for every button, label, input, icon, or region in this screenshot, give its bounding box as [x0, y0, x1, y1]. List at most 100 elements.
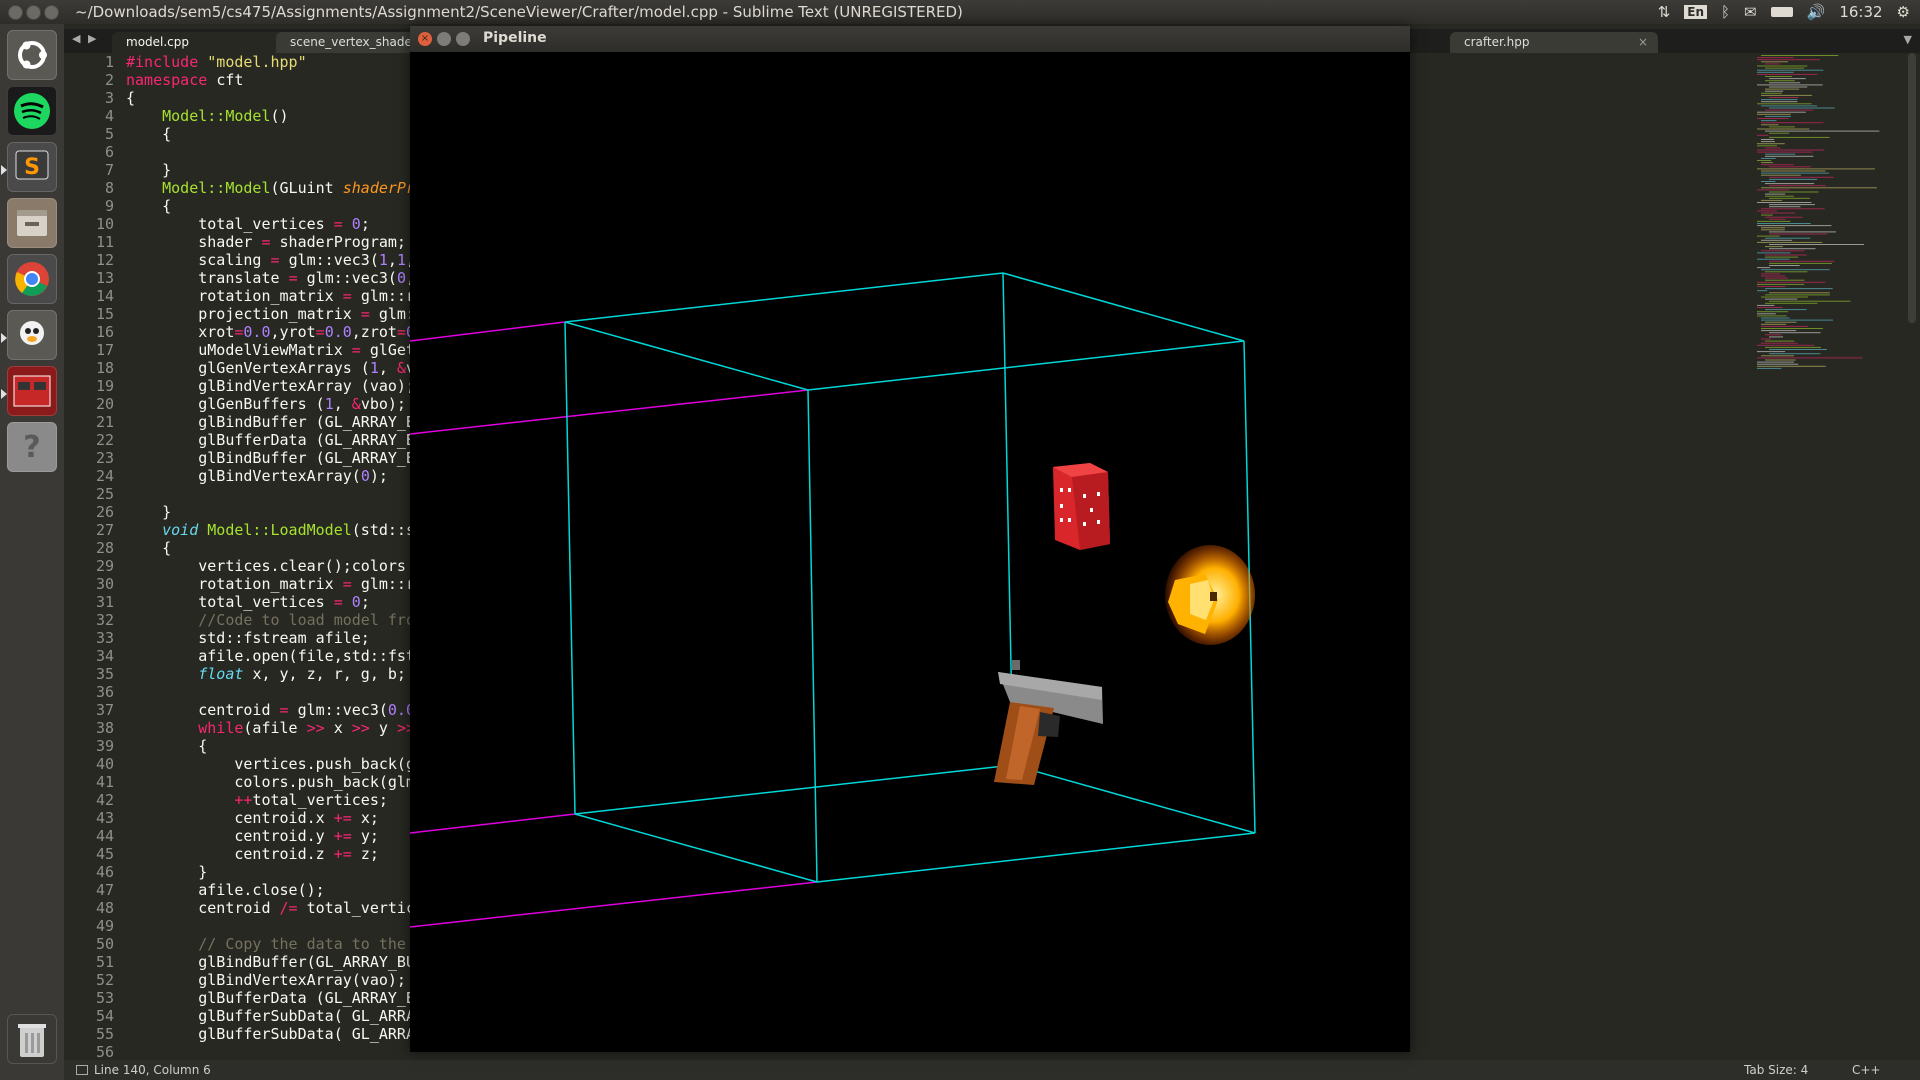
- code-token: xrot: [126, 323, 235, 341]
- minimap[interactable]: [1755, 53, 1910, 383]
- mail-icon[interactable]: ✉: [1744, 3, 1757, 21]
- minimap-line: [1769, 292, 1830, 294]
- minimap-line: [1757, 189, 1790, 191]
- close-icon[interactable]: ×: [418, 32, 432, 46]
- minimap-line: [1757, 145, 1777, 147]
- minimap-line: [1761, 122, 1824, 124]
- code-token: std::fstream afile;: [126, 629, 370, 647]
- code-token: colors.push_back(glm: [126, 773, 415, 791]
- minimap-line: [1769, 166, 1811, 168]
- maximize-icon[interactable]: [44, 5, 59, 20]
- line-number: 52: [95, 971, 114, 989]
- minimap-line: [1757, 210, 1777, 212]
- minimap-line: [1761, 181, 1776, 182]
- unknown-app-icon[interactable]: ?: [7, 422, 57, 472]
- minimap-line: [1769, 197, 1810, 199]
- minimize-icon[interactable]: [437, 32, 451, 46]
- code-area[interactable]: #include "model.hpp" namespace cft{ Model…: [126, 53, 426, 1060]
- code-token: ++: [234, 791, 253, 809]
- code-line: {: [126, 539, 426, 557]
- ray-lines: [410, 321, 818, 928]
- gear-icon[interactable]: ⚙: [1897, 3, 1910, 21]
- code-token: rotation_matrix: [126, 287, 343, 305]
- tab-crafter-hpp[interactable]: crafter.hpp ×: [1450, 32, 1658, 53]
- code-line: uModelViewMatrix = glGet: [126, 341, 426, 359]
- code-token: {: [126, 89, 136, 107]
- tab-label: model.cpp: [126, 35, 190, 49]
- code-token: // Copy the data to the: [126, 935, 406, 953]
- maximize-icon[interactable]: [456, 32, 470, 46]
- line-number: 3: [104, 89, 114, 107]
- pipeline-titlebar[interactable]: × Pipeline: [410, 26, 1410, 52]
- code-token: glGet: [369, 341, 415, 359]
- minimap-line: [1765, 288, 1833, 290]
- pipeline-app-icon[interactable]: [7, 366, 57, 416]
- clock[interactable]: 16:32: [1839, 3, 1882, 21]
- minimap-line: [1761, 174, 1801, 176]
- minimap-line: [1757, 69, 1824, 71]
- minimap-line: [1757, 357, 1863, 359]
- minimap-line: [1757, 361, 1794, 363]
- chrome-icon[interactable]: [7, 254, 57, 304]
- bluetooth-icon[interactable]: ᛒ: [1721, 3, 1730, 21]
- code-line: glGenVertexArrays (1, &v: [126, 359, 426, 377]
- code-line: vertices.push_back(g: [126, 755, 426, 773]
- minimap-line: [1769, 248, 1816, 250]
- code-line: glBindVertexArray(vao);: [126, 971, 426, 989]
- ubuntu-logo-icon[interactable]: [7, 30, 57, 80]
- minimap-line: [1761, 61, 1789, 63]
- network-icon[interactable]: ⇅: [1658, 3, 1671, 21]
- code-line: {: [126, 89, 426, 107]
- minimap-line: [1761, 338, 1772, 340]
- code-line: }: [126, 161, 426, 179]
- minimap-line: [1769, 353, 1821, 355]
- code-line: glBindVertexArray(0);: [126, 467, 426, 485]
- minimize-icon[interactable]: [26, 5, 41, 20]
- minimap-line: [1757, 59, 1820, 61]
- code-line: std::fstream afile;: [126, 629, 426, 647]
- minimap-line: [1757, 241, 1823, 243]
- minimap-line: [1761, 328, 1823, 329]
- minimap-line: [1769, 244, 1864, 245]
- spotify-icon[interactable]: [7, 86, 57, 136]
- line-number: 8: [104, 179, 114, 197]
- code-token: (std::s: [351, 521, 415, 539]
- close-icon[interactable]: [8, 5, 23, 20]
- minimap-line: [1769, 136, 1830, 138]
- trash-icon[interactable]: [7, 1014, 57, 1064]
- files-icon[interactable]: [7, 198, 57, 248]
- line-number: 13: [95, 269, 114, 287]
- minimap-line: [1757, 220, 1791, 222]
- keyboard-layout-indicator[interactable]: En: [1684, 5, 1708, 19]
- code-line: shader = shaderProgram;: [126, 233, 426, 251]
- minimap-line: [1765, 309, 1807, 311]
- volume-icon[interactable]: 🔊: [1807, 3, 1826, 21]
- battery-icon[interactable]: [1770, 7, 1793, 17]
- minimap-line: [1757, 113, 1791, 115]
- code-token: vertices.push_back(g: [126, 755, 415, 773]
- vertical-scrollbar[interactable]: [1908, 53, 1916, 323]
- minimap-line: [1765, 340, 1795, 342]
- tab-scroll-right-icon[interactable]: ▶: [88, 32, 96, 45]
- status-bar: Line 140, Column 6 Tab Size: 4 C++: [64, 1060, 1920, 1080]
- code-token: centroid.x: [126, 809, 334, 827]
- code-token: rotation_matrix: [126, 575, 343, 593]
- code-token: float: [198, 665, 253, 683]
- minimap-line: [1765, 256, 1799, 258]
- tab-scroll-left-icon[interactable]: ◀: [72, 32, 80, 45]
- line-number: 16: [95, 323, 114, 341]
- panel-toggle-icon[interactable]: [76, 1065, 88, 1075]
- minimap-line: [1761, 317, 1790, 319]
- minimap-line: [1765, 80, 1795, 82]
- code-token: 0: [351, 593, 361, 611]
- tab-size-selector[interactable]: Tab Size: 4: [1744, 1060, 1808, 1080]
- syntax-selector[interactable]: C++: [1852, 1060, 1881, 1080]
- minimap-line: [1765, 109, 1814, 111]
- system-icon[interactable]: [7, 310, 57, 360]
- render-canvas[interactable]: [410, 52, 1410, 1052]
- code-token: 0: [396, 269, 406, 287]
- tab-overflow-icon[interactable]: ▼: [1904, 33, 1912, 46]
- close-tab-icon[interactable]: ×: [1638, 32, 1648, 53]
- sublime-text-icon[interactable]: S: [7, 142, 57, 192]
